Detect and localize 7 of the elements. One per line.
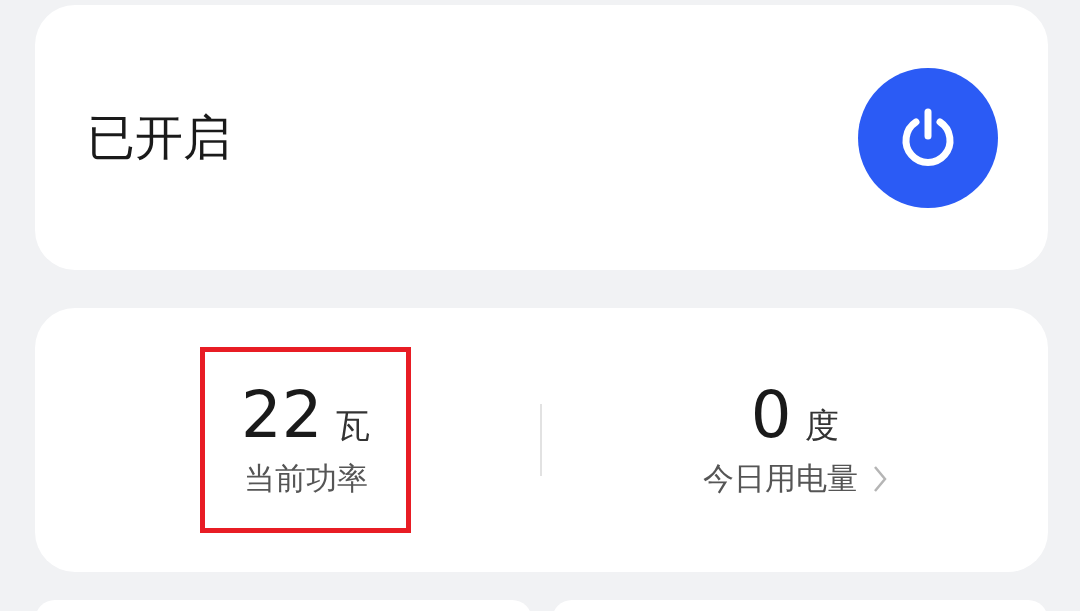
stat-value: 22 xyxy=(241,379,323,451)
stat-unit: 度 xyxy=(805,403,840,447)
status-text: 已开启 xyxy=(87,107,231,167)
stat-label: 当前功率 xyxy=(243,459,368,499)
stat-label: 今日用电量 xyxy=(702,459,858,499)
stat-unit: 瓦 xyxy=(336,403,371,447)
stat-value: 0 xyxy=(750,379,792,451)
